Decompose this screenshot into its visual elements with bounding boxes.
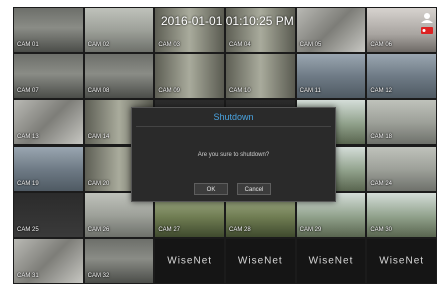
- camera-label: CAM 04: [229, 42, 251, 49]
- camera-label: CAM 20: [87, 180, 110, 187]
- camera-label: CAM 26: [87, 226, 110, 233]
- camera-label: CAM 19: [17, 180, 39, 187]
- camera-label: CAM 05: [299, 42, 322, 49]
- camera-tile[interactable]: CAM 05: [296, 8, 366, 53]
- camera-label: CAM 18: [370, 134, 393, 141]
- camera-label: CAM 30: [370, 226, 393, 233]
- camera-label: CAM 13: [17, 134, 39, 141]
- camera-tile[interactable]: CAM 08: [84, 54, 154, 99]
- camera-tile[interactable]: CAM 12: [367, 54, 436, 99]
- empty-channel-tile[interactable]: WiseNet: [155, 238, 224, 283]
- camera-tile[interactable]: CAM 13: [14, 100, 83, 145]
- camera-tile[interactable]: CAM 25: [14, 192, 83, 237]
- camera-tile[interactable]: CAM 19: [14, 146, 83, 191]
- camera-tile[interactable]: CAM 30: [367, 192, 436, 237]
- camera-label: CAM 12: [370, 88, 393, 95]
- empty-channel-tile[interactable]: WiseNet: [226, 238, 295, 283]
- camera-label: CAM 06: [370, 42, 393, 49]
- camera-label: CAM 11: [299, 88, 321, 95]
- camera-tile[interactable]: CAM 01: [14, 8, 83, 53]
- empty-channel-tile[interactable]: WiseNet: [296, 238, 366, 283]
- camera-label: CAM 09: [158, 88, 181, 95]
- camera-label: CAM 08: [87, 88, 110, 95]
- cancel-button[interactable]: Cancel: [237, 183, 271, 195]
- camera-label: CAM 24: [370, 180, 393, 187]
- brand-logo: WiseNet: [167, 255, 213, 267]
- camera-label: CAM 29: [299, 226, 322, 233]
- camera-tile[interactable]: CAM 18: [367, 100, 436, 145]
- user-icon[interactable]: [421, 13, 433, 23]
- camera-label: CAM 27: [158, 226, 181, 233]
- camera-tile[interactable]: CAM 09: [155, 54, 224, 99]
- camera-label: CAM 02: [87, 42, 110, 49]
- camera-tile[interactable]: CAM 10: [226, 54, 295, 99]
- ok-button[interactable]: OK: [194, 183, 228, 195]
- camera-label: CAM 28: [229, 226, 251, 233]
- record-indicator-icon: [421, 27, 433, 34]
- shutdown-dialog: Shutdown Are you sure to shutdown? OK Ca…: [131, 107, 336, 202]
- camera-label: CAM 14: [87, 134, 110, 141]
- camera-label: CAM 01: [17, 42, 39, 49]
- empty-channel-tile[interactable]: WiseNet: [367, 238, 436, 283]
- camera-label: CAM 31: [17, 272, 39, 279]
- brand-logo: WiseNet: [308, 255, 354, 267]
- camera-label: CAM 03: [158, 42, 181, 49]
- dialog-message: Are you sure to shutdown?: [197, 152, 270, 158]
- brand-logo: WiseNet: [379, 255, 425, 267]
- dialog-divider: [136, 126, 331, 127]
- camera-label: CAM 25: [17, 226, 39, 233]
- camera-label: CAM 10: [229, 88, 251, 95]
- camera-tile[interactable]: CAM 31: [14, 238, 83, 283]
- timestamp-overlay: 2016-01-01 01:10:25 PM: [161, 14, 294, 28]
- brand-logo: WiseNet: [237, 255, 283, 267]
- camera-label: CAM 32: [87, 272, 110, 279]
- dialog-title: Shutdown: [213, 112, 254, 122]
- camera-label: CAM 07: [17, 88, 39, 95]
- camera-tile[interactable]: CAM 07: [14, 54, 83, 99]
- camera-tile[interactable]: CAM 32: [84, 238, 154, 283]
- top-icons: [418, 12, 436, 36]
- camera-tile[interactable]: CAM 11: [296, 54, 366, 99]
- camera-tile[interactable]: CAM 02: [84, 8, 154, 53]
- camera-tile[interactable]: CAM 24: [367, 146, 436, 191]
